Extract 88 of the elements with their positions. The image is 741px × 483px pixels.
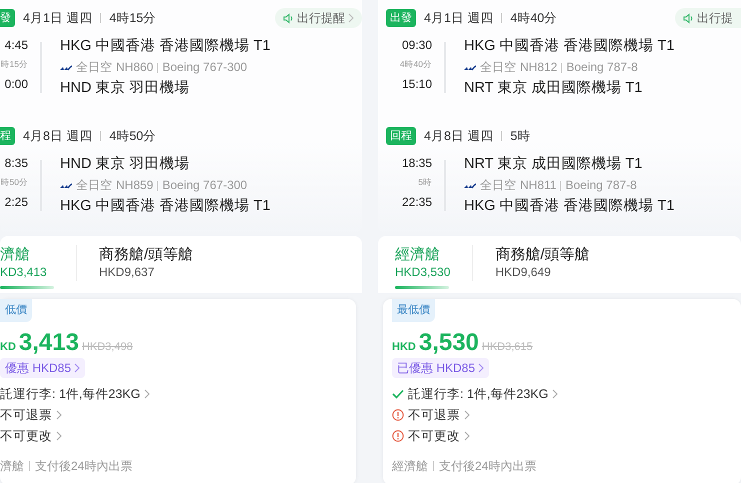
price-tag: 最低價 bbox=[392, 299, 435, 322]
trip-badge: 回程 bbox=[386, 127, 416, 145]
chevron-icon bbox=[464, 430, 470, 440]
chevron-icon bbox=[552, 388, 558, 398]
airline-logo-icon bbox=[60, 182, 72, 188]
arrival-time: 15:10 bbox=[402, 76, 432, 93]
chevron-icon bbox=[144, 388, 150, 398]
flight-duration: 4時40分 bbox=[400, 58, 432, 71]
warning-icon bbox=[392, 430, 404, 442]
flight-number: NH811 bbox=[520, 177, 556, 194]
flight-number: NH812 bbox=[520, 59, 558, 76]
tab-underline bbox=[395, 286, 449, 289]
chevron-icon bbox=[56, 430, 62, 440]
airline-name: 全日空 bbox=[480, 177, 516, 194]
ticketing-note: 支付後24時內出票 bbox=[35, 458, 132, 474]
discount-button[interactable]: 優惠 HKD85 bbox=[0, 358, 86, 378]
cabin-tab[interactable]: 商務艙/頭等艙 HKD9,637 bbox=[99, 245, 194, 280]
arrival-time: 22:35 bbox=[402, 194, 432, 211]
check-icon bbox=[392, 388, 404, 398]
departure-airport: HKG 中國香港 香港國際機場 T1 bbox=[60, 37, 270, 56]
flight-number: NH860 bbox=[116, 59, 154, 76]
departure-airport: HKG 中國香港 香港國際機場 T1 bbox=[464, 37, 674, 56]
arrival-time: 2:25 bbox=[4, 194, 28, 211]
cabin-class: 濟艙 bbox=[0, 458, 24, 474]
fare-price: 3,413 bbox=[18, 328, 79, 356]
chevron-icon bbox=[348, 13, 354, 23]
duration-text: 4時50分 bbox=[109, 128, 156, 144]
ticketing-note: 支付後24時內出票 bbox=[439, 458, 536, 474]
trip-badge: 程 bbox=[0, 127, 15, 145]
rule-link[interactable]: 不可退票 bbox=[0, 404, 52, 424]
reminder-button[interactable]: 出行提醒 bbox=[275, 8, 362, 28]
fare-price: 3,530 bbox=[418, 328, 479, 356]
airline-logo-icon bbox=[60, 64, 72, 70]
duration-text: 4時15分 bbox=[109, 10, 156, 26]
arrival-airport: NRT 東京 成田國際機場 T1 bbox=[464, 78, 644, 98]
speaker-icon bbox=[683, 12, 694, 24]
airline-name: 全日空 bbox=[480, 59, 516, 76]
chevron-icon bbox=[464, 410, 470, 420]
date-text: 4月8日 週四 bbox=[23, 128, 92, 144]
flight-duration: 時50分 bbox=[0, 176, 28, 189]
discount-button[interactable]: 已優惠 HKD85 bbox=[392, 358, 490, 378]
flight-number: NH859 bbox=[116, 177, 154, 194]
rule-link[interactable]: 不可更改 bbox=[408, 426, 460, 446]
chevron-icon bbox=[478, 362, 484, 372]
flight-duration: 時15分 bbox=[0, 58, 28, 71]
rule-link[interactable]: 託運行李: 1件,每件23KG bbox=[408, 384, 548, 404]
airline-logo-icon bbox=[464, 64, 476, 70]
departure-airport: NRT 東京 成田國際機場 T1 bbox=[464, 154, 644, 174]
tab-underline bbox=[0, 286, 54, 289]
aircraft-type: Boeing 787-8 bbox=[565, 177, 637, 194]
reminder-button[interactable]: 出行提 bbox=[675, 8, 741, 28]
airline-name: 全日空 bbox=[76, 59, 112, 76]
original-price: HKD3,498 bbox=[82, 340, 133, 354]
departure-time: 09:30 bbox=[402, 37, 432, 54]
chevron-icon bbox=[56, 410, 62, 420]
date-text: 4月1日 週四 bbox=[424, 10, 494, 26]
arrival-airport: HND 東京 羽田機場 bbox=[60, 78, 190, 98]
departure-time: 8:35 bbox=[4, 155, 28, 172]
date-text: 4月1日 週四 bbox=[23, 10, 92, 26]
duration-text: 5時 bbox=[510, 128, 530, 144]
cabin-class: 經濟艙 bbox=[392, 458, 428, 474]
original-price: HKD3,615 bbox=[482, 340, 533, 354]
airline-name: 全日空 bbox=[76, 177, 112, 194]
departure-airport: HND 東京 羽田機場 bbox=[60, 154, 190, 174]
warning-icon bbox=[392, 408, 404, 420]
rule-link[interactable]: 託運行李: 1件,每件23KG bbox=[0, 384, 140, 404]
aircraft-type: Boeing 787-8 bbox=[566, 59, 638, 76]
aircraft-type: Boeing 767-300 bbox=[162, 177, 248, 194]
arrival-airport: HKG 中國香港 香港國際機場 T1 bbox=[464, 197, 674, 216]
speaker-icon bbox=[283, 12, 294, 24]
rule-link[interactable]: 不可更改 bbox=[0, 426, 52, 446]
trip-badge: 出發 bbox=[386, 9, 416, 27]
date-text: 4月8日 週四 bbox=[424, 128, 494, 144]
trip-badge: 發 bbox=[0, 9, 15, 27]
rule-link[interactable]: 不可退票 bbox=[408, 404, 460, 424]
chevron-icon bbox=[74, 362, 80, 372]
flight-duration: 5時 bbox=[418, 176, 432, 189]
arrival-airport: HKG 中國香港 香港國際機場 T1 bbox=[60, 197, 270, 216]
cabin-tab[interactable]: 商務艙/頭等艙 HKD9,649 bbox=[495, 245, 590, 280]
duration-text: 4時40分 bbox=[510, 10, 558, 26]
airline-logo-icon bbox=[464, 182, 476, 188]
currency-text: HKD bbox=[392, 340, 416, 354]
currency-text: KD bbox=[0, 340, 16, 354]
price-tag: 低價 bbox=[0, 299, 32, 322]
arrival-time: 0:00 bbox=[4, 76, 28, 93]
aircraft-type: Boeing 767-300 bbox=[162, 59, 248, 76]
departure-time: 4:45 bbox=[4, 37, 28, 54]
departure-time: 18:35 bbox=[402, 155, 432, 172]
